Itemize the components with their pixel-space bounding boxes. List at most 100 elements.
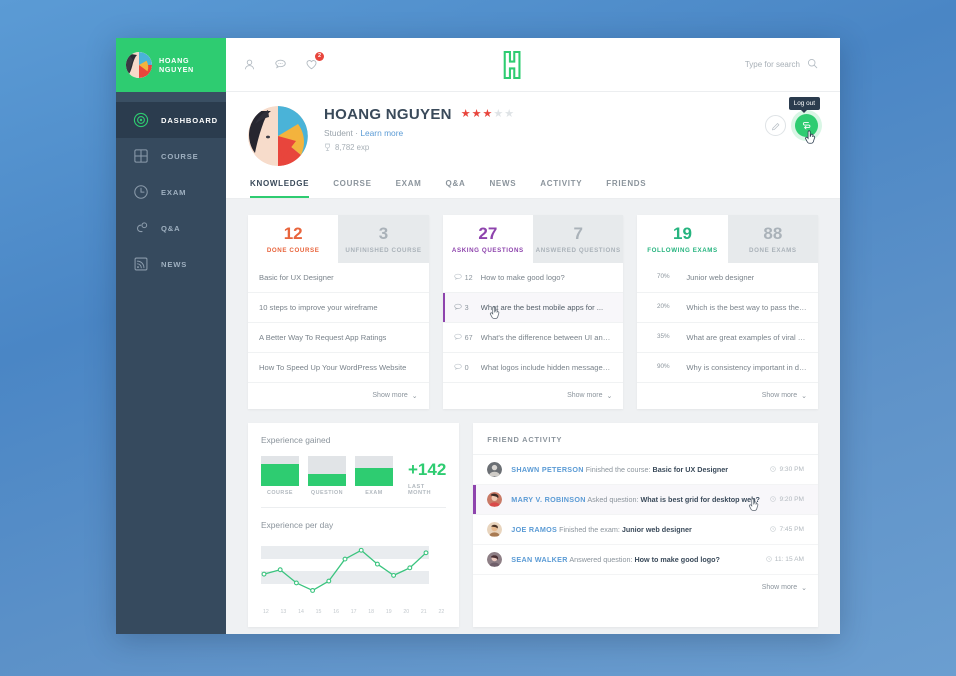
list-item[interactable]: A Better Way To Request App Ratings xyxy=(248,323,429,353)
friend-activity-panel: FRIEND ACTIVITY SHAWN PETERSON Finished … xyxy=(473,422,818,627)
tab-friends[interactable]: FRIENDS xyxy=(606,179,646,198)
star-4: ★ xyxy=(493,108,504,120)
sidebar-item-exam[interactable]: EXAM xyxy=(116,174,226,210)
done-exams-tab[interactable]: 88 DONE EXAMS xyxy=(727,215,819,263)
comment-count: 3 xyxy=(454,303,473,312)
progress-value: 70% xyxy=(657,272,670,280)
exam-title: Which is the best way to pass the PMP ..… xyxy=(686,302,807,312)
profile-exp-row: 8,782 exp xyxy=(324,143,514,152)
answered-questions-tab[interactable]: 7 ANSWERED QUESTIONS xyxy=(533,215,624,263)
list-item[interactable]: 20% Which is the best way to pass the PM… xyxy=(637,293,819,323)
done-course-tab[interactable]: 12 DONE COURSE xyxy=(248,215,338,263)
exam-progress: 90% xyxy=(648,363,678,372)
done-course-label: DONE COURSE xyxy=(266,246,320,254)
sidebar-item-dashboard[interactable]: DASHBOARD xyxy=(116,102,226,138)
clock-icon xyxy=(766,556,772,563)
comment-icon xyxy=(454,304,462,311)
activity-object[interactable]: What is best grid for desktop web? xyxy=(641,495,760,504)
tab-knowledge[interactable]: KNOWLEDGE xyxy=(250,179,310,198)
list-item[interactable]: SHAWN PETERSON Finished the course: Basi… xyxy=(473,455,818,485)
comment-count-value: 67 xyxy=(464,332,473,342)
list-item[interactable]: 0 What logos include hidden messages ... xyxy=(442,353,624,383)
list-item[interactable]: 90% Why is consistency important in desi… xyxy=(637,353,819,383)
activity-action: Finished the course: xyxy=(585,464,651,474)
logout-tooltip: Log out xyxy=(788,97,820,113)
show-more-questions[interactable]: Show more ⌄ xyxy=(443,383,624,409)
activity-user[interactable]: JOE RAMOS xyxy=(511,525,557,534)
chevron-down-icon: ⌄ xyxy=(801,584,807,592)
activity-time: 7:45 PM xyxy=(770,526,804,533)
star-5: ★ xyxy=(504,108,515,120)
tab-exam[interactable]: EXAM xyxy=(396,179,422,198)
search-icon[interactable] xyxy=(807,56,818,74)
list-item[interactable]: SEAN WALKER Answered question: How to ma… xyxy=(473,545,818,575)
logout-button[interactable] xyxy=(795,114,818,137)
experience-total-value: +142 xyxy=(408,459,447,479)
activity-user[interactable]: MARY V. ROBINSON xyxy=(511,495,585,504)
list-item[interactable]: 10 steps to improve your wireframe xyxy=(248,293,429,323)
show-more-courses[interactable]: Show more ⌄ xyxy=(248,383,429,409)
activity-user[interactable]: SHAWN PETERSON xyxy=(511,465,584,474)
search-input[interactable] xyxy=(712,60,800,69)
done-exams-label: DONE EXAMS xyxy=(749,246,797,254)
activity-object[interactable]: Basic for UX Designer xyxy=(653,465,729,474)
activity-object[interactable]: How to make good logo? xyxy=(634,555,719,564)
profile-actions: Log out xyxy=(765,97,820,144)
tab-course[interactable]: COURSE xyxy=(333,179,371,198)
chart-x-tick: 17 xyxy=(350,608,357,615)
activity-text: SEAN WALKER Answered question: How to ma… xyxy=(511,555,757,564)
activity-time-value: 7:45 PM xyxy=(779,525,804,533)
unfinished-course-tab[interactable]: 3 UNFINISHED COURSE xyxy=(338,215,429,263)
search-box[interactable] xyxy=(712,56,818,74)
list-item[interactable]: 12 How to make good logo? xyxy=(442,263,624,293)
show-more-activity[interactable]: Show more ⌄ xyxy=(473,575,818,601)
pencil-icon xyxy=(771,122,779,130)
list-item[interactable]: MARY V. ROBINSON Asked question: What is… xyxy=(473,484,818,515)
list-item[interactable]: 35% What are great examples of viral UX/… xyxy=(637,323,819,353)
progress-value: 20% xyxy=(657,302,670,310)
brand-header[interactable]: HOANG NGUYEN xyxy=(116,38,226,92)
brand-avatar xyxy=(126,52,152,78)
avatar xyxy=(487,551,503,567)
avatar xyxy=(487,521,503,537)
list-item[interactable]: How To Speed Up Your WordPress Website xyxy=(248,353,429,383)
show-more-exams[interactable]: Show more ⌄ xyxy=(637,383,818,409)
activity-user[interactable]: SEAN WALKER xyxy=(511,555,567,564)
asking-questions-tab[interactable]: 27 ASKING QUESTIONS xyxy=(443,215,533,263)
heart-icon[interactable]: 2 xyxy=(304,52,324,72)
sidebar-item-qa[interactable]: Q&A xyxy=(116,210,226,246)
list-item[interactable]: Basic for UX Designer xyxy=(248,263,429,293)
progress-value: 90% xyxy=(657,362,670,370)
course-title: 10 steps to improve your wireframe xyxy=(259,302,378,312)
rating-stars[interactable]: ★ ★ ★ ★ ★ xyxy=(461,109,514,120)
activity-action: Finished the exam: xyxy=(559,524,620,534)
chat-icon[interactable] xyxy=(273,57,288,72)
edit-profile-button[interactable] xyxy=(765,115,786,136)
activity-time: 11: 15 AM xyxy=(766,556,804,563)
sidebar-item-course[interactable]: COURSE xyxy=(116,138,226,174)
tab-activity[interactable]: ACTIVITY xyxy=(540,179,582,198)
activity-object[interactable]: Junior web designer xyxy=(622,525,692,534)
clock-icon xyxy=(770,466,777,473)
topbar-icon-group: 2 xyxy=(242,52,324,72)
trophy-icon xyxy=(325,143,330,152)
app-window: HOANG NGUYEN DASHBOARD COURSE EXAM Q&A N… xyxy=(116,38,840,634)
sidebar-item-news[interactable]: NEWS xyxy=(116,246,226,282)
list-item[interactable]: 70% Junior web designer xyxy=(637,263,819,293)
logout-wrap: Log out xyxy=(788,97,820,144)
app-logo[interactable] xyxy=(319,50,712,80)
h-logo-icon xyxy=(503,50,521,79)
activity-action: Answered question: xyxy=(569,554,633,564)
bar-fill xyxy=(308,473,346,486)
learn-more-link[interactable]: Learn more xyxy=(360,128,403,138)
list-item[interactable]: JOE RAMOS Finished the exam: Junior web … xyxy=(473,515,818,545)
tab-news[interactable]: NEWS xyxy=(489,179,516,198)
clock-icon xyxy=(132,184,149,201)
list-item[interactable]: 67 What's the difference between UI and … xyxy=(442,323,624,353)
brand-name: HOANG NGUYEN xyxy=(159,56,194,74)
tab-qa[interactable]: Q&A xyxy=(446,179,466,198)
user-icon[interactable] xyxy=(242,57,257,72)
list-item[interactable]: 3 What are the best mobile apps for ... xyxy=(442,292,624,323)
star-3: ★ xyxy=(482,108,493,120)
following-exams-tab[interactable]: 19 FOLLOWING EXAMS xyxy=(637,215,727,263)
